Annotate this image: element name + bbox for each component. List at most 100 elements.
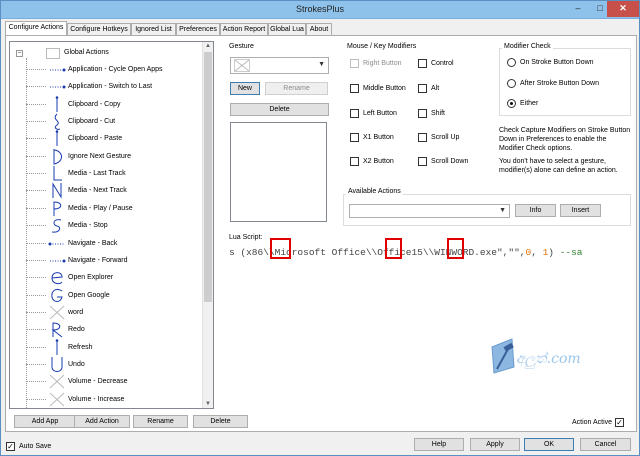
n-shape-gesture-icon — [48, 182, 66, 200]
info-button[interactable]: Info — [515, 204, 556, 217]
modifiers-label: Mouse / Key Modifiers — [347, 43, 417, 50]
tree-connector — [26, 225, 46, 227]
tree-item[interactable]: Navigate - Forward — [26, 252, 206, 269]
checkbox-icon — [418, 59, 427, 68]
rename-gesture-button[interactable]: Rename — [265, 82, 328, 95]
tree-connector — [26, 86, 46, 88]
title-bar[interactable]: StrokesPlus – □ ✕ — [1, 1, 639, 19]
strokesplus-window: StrokesPlus – □ ✕ Configure Actions Conf… — [0, 0, 640, 456]
available-actions-dropdown[interactable]: ▼ — [349, 204, 510, 218]
delete-action-button[interactable]: Delete — [193, 415, 248, 428]
dotted-line-right-icon — [48, 61, 66, 78]
checkbox-icon — [350, 84, 359, 93]
delete-gesture-button[interactable]: Delete — [230, 103, 329, 116]
tree-item[interactable]: Media - Next Track — [26, 182, 206, 200]
modifier-check-help: Check Capture Modifiers on Stroke Button… — [499, 127, 631, 152]
checkbox-icon — [350, 157, 359, 166]
tree-item[interactable]: Media - Stop — [26, 217, 206, 234]
action-active-label: Action Active — [572, 419, 613, 426]
scroll-down-icon[interactable]: ▼ — [203, 401, 213, 407]
u-shape-gesture-icon — [48, 356, 66, 373]
add-action-button[interactable]: Add Action — [74, 415, 130, 428]
loop-gesture-icon — [48, 113, 66, 130]
gesture-dropdown[interactable]: ▼ — [230, 57, 329, 74]
g-shape-gesture-icon — [48, 287, 66, 304]
available-actions-label: Available Actions — [346, 188, 403, 195]
folder-icon — [46, 48, 60, 59]
tree-item-label: Media - Play / Pause — [68, 204, 133, 212]
help-button[interactable]: Help — [414, 438, 464, 451]
scroll-down-label: Scroll Down — [431, 158, 469, 165]
tree-scroll-thumb[interactable] — [204, 52, 212, 302]
tab-about[interactable]: About — [306, 23, 332, 35]
code-escaped-backslash: \\ — [422, 247, 435, 258]
apply-button[interactable]: Apply — [470, 438, 520, 451]
checkbox-icon — [418, 157, 427, 166]
tree-item-label: Media - Stop — [68, 222, 108, 230]
checkbox-icon — [418, 109, 427, 118]
chevron-down-icon: ▼ — [318, 61, 325, 68]
tree-item[interactable]: Clipboard - Paste — [26, 130, 206, 147]
tree-connector — [26, 259, 46, 261]
tab-configure-actions[interactable]: Configure Actions — [5, 21, 67, 35]
tree-item[interactable]: Volume - Increase — [26, 391, 206, 408]
tab-global-lua[interactable]: Global Lua — [268, 23, 306, 35]
tree-item[interactable]: Clipboard - Cut — [26, 113, 206, 130]
tab-configure-hotkeys[interactable]: Configure Hotkeys — [67, 23, 131, 35]
tree-item[interactable]: Refresh — [26, 338, 206, 356]
tree-item-label: Open Google — [68, 291, 110, 299]
tree-scrollbar[interactable]: ▲ ▼ — [202, 42, 213, 408]
gesture-preview[interactable] — [230, 122, 327, 222]
actions-tree[interactable]: – Global Actions Application - Cycle Ope… — [9, 41, 214, 409]
tab-ignored-list[interactable]: Ignored List — [131, 23, 176, 35]
tab-preferences[interactable]: Preferences — [176, 23, 220, 35]
tree-item[interactable]: Navigate - Back — [26, 235, 206, 252]
x-placeholder-icon — [234, 59, 250, 72]
tree-item[interactable]: Application - Switch to Last — [26, 78, 206, 95]
tree-item[interactable]: Clipboard - Copy — [26, 95, 206, 113]
d-shape-gesture-icon — [48, 148, 66, 165]
tree-connector — [26, 69, 46, 70]
radio-selected-icon — [507, 99, 516, 108]
tree-connector — [26, 329, 46, 331]
add-app-button[interactable]: Add App — [14, 415, 76, 428]
tree-item[interactable]: word — [26, 304, 206, 321]
tree-connector — [26, 103, 46, 105]
tab-action-report[interactable]: Action Report — [220, 23, 268, 35]
tree-item[interactable]: Application - Cycle Open Apps — [26, 61, 206, 78]
code-segment: ) — [548, 247, 560, 258]
rename-action-button[interactable]: Rename — [133, 415, 188, 428]
dotted-line-left-icon — [48, 235, 66, 252]
tree-item[interactable]: Open Explorer — [26, 269, 206, 286]
close-button[interactable]: ✕ — [607, 1, 639, 17]
radio-icon — [507, 79, 516, 88]
minimize-button[interactable]: – — [567, 1, 589, 17]
tree-item[interactable]: Volume - Decrease — [26, 373, 206, 390]
tree-item[interactable]: Redo — [26, 321, 206, 338]
tree-item[interactable]: Undo — [26, 356, 206, 373]
new-gesture-button[interactable]: New — [230, 82, 260, 95]
code-segment: , — [531, 247, 543, 258]
tree-item-label: Ignore Next Gesture — [68, 152, 132, 160]
lua-script-label: Lua Script: — [229, 234, 263, 241]
insert-button[interactable]: Insert — [560, 204, 601, 217]
cancel-button[interactable]: Cancel — [580, 438, 631, 451]
scroll-up-icon[interactable]: ▲ — [203, 43, 213, 49]
watermark-text: අලුත්.com — [516, 351, 581, 367]
tree-item-label: Volume - Increase — [68, 395, 125, 403]
either-label: Either — [520, 100, 539, 107]
tree-item-label: Refresh — [68, 343, 93, 351]
ok-button[interactable]: OK — [524, 438, 574, 451]
tree-item-label: word — [68, 308, 84, 316]
tree-item[interactable]: Ignore Next Gesture — [26, 148, 206, 165]
tree-item-label: Media - Last Track — [68, 170, 126, 178]
radio-icon — [507, 58, 516, 67]
e-shape-gesture-icon — [48, 269, 66, 286]
tree-item[interactable]: Media - Last Track — [26, 165, 206, 182]
window-title: StrokesPlus — [295, 4, 345, 14]
tree-item-label: Open Explorer — [68, 274, 114, 282]
tree-item[interactable]: Media - Play / Pause — [26, 200, 206, 217]
collapse-icon[interactable]: – — [16, 50, 23, 57]
code-escaped-backslash: \\ — [365, 247, 378, 258]
tree-item[interactable]: Open Google — [26, 287, 206, 304]
